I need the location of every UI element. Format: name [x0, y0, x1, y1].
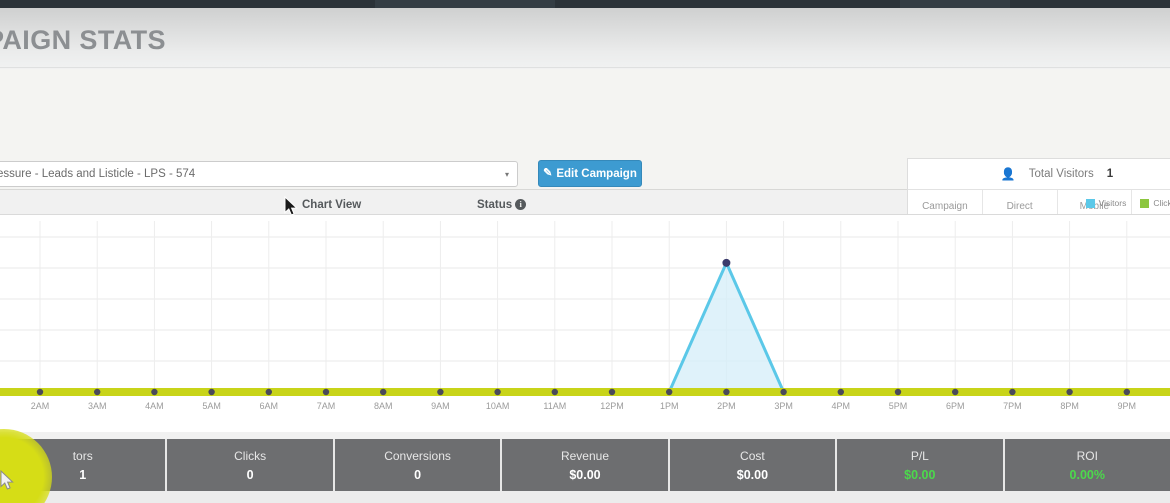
summary-stats-bar: tors 1 Clicks 0 Conversions 0 Revenue $0…	[0, 439, 1170, 491]
legend-swatch	[1085, 198, 1095, 208]
stat-cell-revenue[interactable]: Revenue $0.00	[502, 439, 670, 491]
page-title: PAIGN STATS	[0, 25, 166, 55]
chevron-down-icon: ▾	[504, 170, 509, 179]
stat-value: $0.00	[569, 467, 601, 482]
chart-view-label: Chart View	[302, 199, 362, 211]
page-title-band: PAIGN STATS	[0, 8, 1170, 68]
svg-text:3AM: 3AM	[88, 401, 107, 411]
filter-toolbar: essure - Leads and Listicle - LPS - 574 …	[0, 69, 1170, 259]
svg-text:1PM: 1PM	[660, 401, 679, 411]
campaign-stats-page: PAIGN STATS essure - Leads and Listicle …	[0, 0, 1170, 503]
breakdown-label: Direct	[1006, 200, 1033, 212]
total-visitors-value: 1	[1106, 168, 1114, 180]
stat-label: ROI	[1076, 448, 1098, 463]
svg-text:9AM: 9AM	[431, 401, 450, 411]
svg-text:5PM: 5PM	[889, 401, 908, 411]
svg-text:10AM: 10AM	[486, 401, 510, 411]
pencil-square-icon: ✎	[543, 167, 553, 179]
chart-legend: Visitors Clicks	[1085, 198, 1170, 208]
svg-text:3PM: 3PM	[774, 401, 793, 411]
top-navbar-strip	[0, 0, 1170, 8]
svg-text:4AM: 4AM	[145, 401, 164, 411]
info-circle-icon[interactable]: i	[515, 199, 527, 210]
svg-text:9PM: 9PM	[1118, 401, 1137, 411]
stat-value: 0	[414, 467, 422, 482]
total-visitors-label: Total Visitors	[1028, 168, 1094, 180]
stat-value: 1	[79, 467, 87, 482]
stat-label: Clicks	[234, 448, 267, 463]
status-label-text: Status	[477, 199, 513, 211]
stat-label: P/L	[910, 448, 929, 463]
stat-value: 0	[246, 467, 254, 482]
legend-swatch	[1140, 198, 1150, 208]
stat-label: tors	[72, 448, 93, 463]
svg-text:2AM: 2AM	[31, 401, 50, 411]
legend-label: Clicks	[1153, 198, 1170, 208]
svg-text:7PM: 7PM	[1003, 401, 1022, 411]
stat-cell-cost[interactable]: Cost $0.00	[670, 439, 838, 491]
stat-label: Revenue	[560, 448, 609, 463]
stat-cell-clicks[interactable]: Clicks 0	[167, 439, 335, 491]
svg-text:5AM: 5AM	[202, 401, 221, 411]
chart-canvas: 2AM 3AM 4AM 5AM 6AM 7AM 8AM 9AM 10AM 11AM 12PM 1PM 2…	[0, 221, 1170, 411]
edit-campaign-label: Edit Campaign	[556, 167, 637, 180]
breakdown-label: Campaign	[922, 200, 968, 212]
stat-value: $0.00	[904, 467, 936, 482]
visitors-clicks-chart[interactable]: 2AM 3AM 4AM 5AM 6AM 7AM 8AM 9AM 10AM 11AM 12PM 1PM 2…	[0, 214, 1170, 432]
campaign-select-value: essure - Leads and Listicle - LPS - 574	[0, 168, 196, 180]
person-icon: 👤	[1000, 167, 1016, 181]
svg-text:7AM: 7AM	[317, 401, 336, 411]
legend-label: Visitors	[1098, 198, 1127, 208]
svg-text:12PM: 12PM	[600, 401, 624, 411]
total-visitors-header: 👤 Total Visitors 1	[908, 159, 1170, 190]
stat-cell-visitors[interactable]: tors 1	[0, 439, 168, 491]
stats-bar-footer	[0, 491, 1170, 503]
stat-value: $0.00	[736, 467, 769, 482]
edit-campaign-button[interactable]: ✎ Edit Campaign	[538, 160, 642, 187]
svg-text:2PM: 2PM	[717, 401, 736, 411]
stat-cell-pl[interactable]: P/L $0.00	[837, 439, 1005, 491]
svg-text:11AM: 11AM	[543, 401, 566, 411]
svg-text:6PM: 6PM	[946, 401, 965, 411]
status-label: Status i	[477, 199, 527, 211]
legend-item-clicks[interactable]: Clicks	[1140, 198, 1170, 208]
svg-text:6AM: 6AM	[260, 401, 279, 411]
stat-label: Cost	[740, 448, 765, 463]
stat-cell-roi[interactable]: ROI 0.00%	[1005, 439, 1170, 491]
stat-cell-conversions[interactable]: Conversions 0	[335, 439, 503, 491]
svg-text:4PM: 4PM	[832, 401, 851, 411]
campaign-select[interactable]: essure - Leads and Listicle - LPS - 574 …	[0, 161, 518, 187]
stat-value: 0.00%	[1069, 467, 1105, 482]
svg-text:8AM: 8AM	[374, 401, 393, 411]
legend-item-visitors[interactable]: Visitors	[1085, 198, 1127, 208]
svg-text:8PM: 8PM	[1060, 401, 1079, 411]
stat-label: Conversions	[384, 448, 451, 463]
